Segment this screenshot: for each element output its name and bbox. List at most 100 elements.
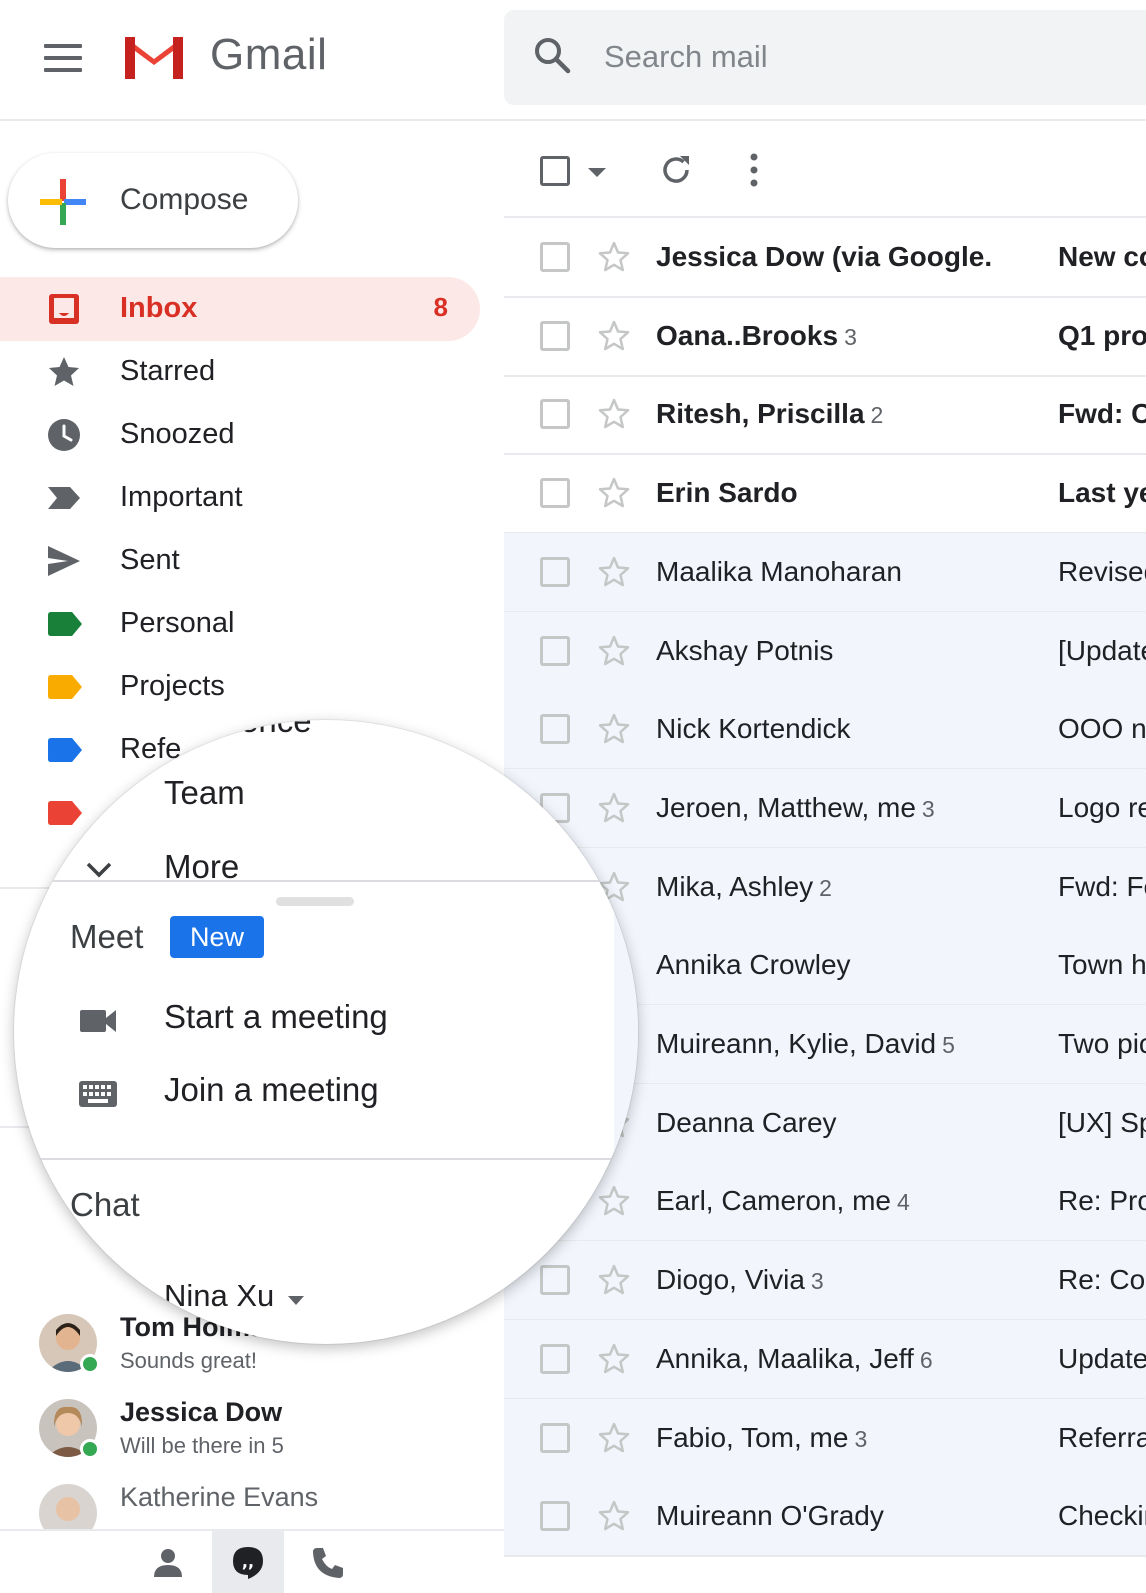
email-subject: Re: Pro — [1058, 1185, 1146, 1217]
phone-tab[interactable] — [292, 1531, 364, 1593]
main-menu-icon[interactable] — [44, 44, 82, 72]
email-row[interactable]: Ritesh, Priscilla2 Fwd: Cl — [504, 375, 1146, 456]
select-all-checkbox[interactable] — [540, 156, 570, 186]
email-sender-name: Annika, Maalika, Jeff — [656, 1342, 914, 1374]
sidebar-bottom-bar: ,, — [0, 1529, 504, 1593]
email-subject: Revised — [1058, 555, 1146, 587]
email-row[interactable]: Jessica Dow (via Google. New co — [504, 218, 1146, 298]
status-chevron-down-icon[interactable] — [288, 1296, 304, 1305]
email-sender-name: Fabio, Tom, me — [656, 1421, 849, 1453]
email-sender-name: Earl, Cameron, me — [656, 1185, 891, 1217]
more-options-icon[interactable] — [748, 152, 760, 188]
drag-handle[interactable] — [276, 897, 354, 906]
email-checkbox[interactable] — [540, 635, 570, 666]
chevron-down-icon[interactable] — [86, 862, 112, 878]
gmail-logo — [125, 37, 183, 79]
chat-person-name: Jessica Dow — [120, 1397, 283, 1427]
clock-icon — [48, 419, 80, 451]
email-sender: Jeroen, Matthew, me 3 — [656, 792, 935, 824]
star-outline-icon[interactable] — [597, 1342, 631, 1376]
important-icon — [48, 487, 80, 509]
chat-person[interactable]: Jessica Dow Will be there in 5 — [0, 1393, 500, 1479]
thread-count: 3 — [854, 1425, 868, 1452]
nav-team-label[interactable]: Team — [164, 774, 245, 812]
email-subject: New co — [1058, 241, 1146, 272]
star-outline-icon[interactable] — [597, 634, 631, 668]
select-menu-chevron-down-icon[interactable] — [588, 168, 606, 177]
email-subject: [Update — [1058, 634, 1146, 666]
email-row[interactable]: Oana..Brooks3 Q1 proj — [504, 297, 1146, 377]
keyboard-icon — [79, 1081, 117, 1107]
email-checkbox[interactable] — [540, 1343, 570, 1374]
email-checkbox[interactable] — [540, 478, 570, 509]
label-icon — [48, 675, 82, 699]
nav-important[interactable]: Important — [0, 466, 480, 530]
nav-projects-label: Projects — [120, 670, 225, 702]
email-subject: Fwd: Cl — [1058, 398, 1146, 430]
person-icon — [154, 1549, 182, 1577]
email-checkbox[interactable] — [540, 556, 570, 587]
join-meeting-button[interactable]: Join a meeting — [14, 1063, 614, 1127]
compose-button[interactable]: Compose — [8, 153, 298, 248]
email-sender: Nick Kortendick — [656, 713, 851, 745]
star-outline-icon[interactable] — [597, 319, 631, 353]
nav-snoozed[interactable]: Snoozed — [0, 403, 480, 467]
email-sender-name: Jeroen, Matthew, me — [656, 791, 916, 823]
email-sender-name: Maalika Manoharan — [656, 555, 902, 587]
nav-label-projects[interactable]: Projects — [0, 655, 480, 719]
star-outline-icon[interactable] — [597, 476, 631, 510]
chat-person-name: Katherine Evans — [120, 1482, 319, 1512]
star-outline-icon[interactable] — [597, 1499, 631, 1533]
thread-count: 4 — [896, 1189, 910, 1216]
email-subject: Two pic — [1058, 1028, 1146, 1059]
nav-label-personal[interactable]: Personal — [0, 592, 480, 656]
email-subject: Checkin — [1058, 1500, 1146, 1532]
email-row[interactable]: Akshay Potnis [Update — [504, 611, 1146, 692]
compose-label: Compose — [120, 183, 249, 216]
meet-section-title: Meet — [70, 918, 144, 955]
chat-user-name[interactable]: Nina Xu — [164, 1278, 274, 1314]
thread-count: 2 — [819, 874, 832, 901]
email-checkbox[interactable] — [540, 1501, 570, 1532]
nav-reference-label-partial: ence — [240, 720, 312, 739]
star-outline-icon[interactable] — [597, 555, 631, 589]
search-icon[interactable] — [532, 35, 572, 75]
search-bar[interactable] — [504, 10, 1146, 105]
email-sender: Erin Sardo — [656, 477, 798, 509]
email-sender-name: Nick Kortendick — [656, 713, 851, 745]
inbox-unread-count: 8 — [433, 292, 448, 322]
chat-tab[interactable]: ,, — [212, 1531, 284, 1593]
email-sender: Jessica Dow (via Google. — [656, 241, 992, 273]
nav-starred[interactable]: Starred — [0, 340, 480, 404]
email-checkbox[interactable] — [540, 1422, 570, 1453]
refresh-icon[interactable] — [658, 152, 694, 188]
email-row[interactable]: Muireann O'Grady Checkin — [504, 1477, 1146, 1558]
email-checkbox[interactable] — [540, 399, 570, 430]
nav-inbox[interactable]: Inbox 8 — [0, 277, 480, 341]
email-row[interactable]: Maalika Manoharan Revised — [504, 532, 1146, 613]
start-meeting-button[interactable]: Start a meeting — [14, 990, 614, 1054]
chat-person-status: Will be there in 5 — [120, 1433, 284, 1458]
email-sender: Muireann, Kylie, David 5 — [656, 1028, 955, 1060]
email-sender-name: Mika, Ashley — [656, 870, 814, 902]
search-input[interactable] — [604, 34, 1124, 80]
star-outline-icon[interactable] — [597, 240, 631, 274]
email-sender-name: Annika Crowley — [656, 949, 851, 981]
nav-important-label: Important — [120, 481, 243, 513]
panel-divider — [14, 880, 614, 882]
email-sender: Earl, Cameron, me 4 — [656, 1185, 910, 1217]
nav-sent[interactable]: Sent — [0, 529, 480, 593]
magnifier-callout: ence Team More Meet New Start a meeting … — [14, 720, 638, 1344]
nav-inbox-label: Inbox — [120, 292, 198, 324]
email-sender: Diogo, Vivia 3 — [656, 1264, 824, 1296]
email-sender: Oana..Brooks 3 — [656, 320, 857, 352]
email-row[interactable]: Fabio, Tom, me 3 Referra — [504, 1398, 1146, 1479]
email-subject: Logo re — [1058, 791, 1146, 823]
email-checkbox[interactable] — [540, 320, 570, 351]
email-row[interactable]: Erin Sardo Last ye — [504, 454, 1146, 535]
contacts-tab[interactable] — [132, 1531, 204, 1593]
email-sender-name: Diogo, Vivia — [656, 1264, 805, 1296]
star-outline-icon[interactable] — [597, 397, 631, 431]
email-checkbox[interactable] — [540, 242, 570, 272]
star-outline-icon[interactable] — [597, 1421, 631, 1455]
